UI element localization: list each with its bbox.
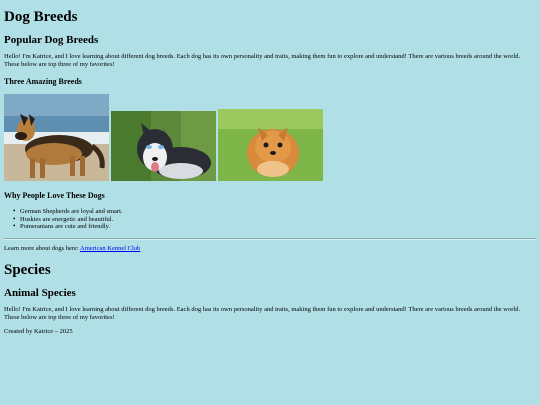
- love-heading: Why People Love These Dogs: [4, 191, 105, 200]
- divider: [4, 238, 536, 240]
- learn-more-text: Learn more about dogs here:: [4, 245, 80, 252]
- husky-photo: [111, 111, 216, 181]
- list-item: Huskies are energetic and beautiful.: [13, 216, 123, 224]
- species-paragraph: Hello! I'm Katrice, and I love learning …: [4, 306, 521, 321]
- love-list: German Shepherds are loyal and smart. Hu…: [13, 208, 123, 231]
- akc-link[interactable]: American Kennel Club: [80, 245, 140, 252]
- section-subtitle: Popular Dog Breeds: [4, 34, 99, 46]
- page-title: Dog Breeds: [4, 9, 78, 25]
- footer-credit: Created by Katrice – 2025: [4, 328, 73, 335]
- list-item: German Shepherds are loyal and smart.: [13, 208, 123, 216]
- pomeranian-photo: [218, 109, 323, 181]
- german-shepherd-photo: [4, 94, 109, 181]
- learn-more-line: Learn more about dogs here: American Ken…: [4, 245, 526, 253]
- list-item: Pomeranians are cute and friendly.: [13, 223, 123, 231]
- species-subtitle: Animal Species: [4, 287, 76, 299]
- intro-paragraph: Hello! I'm Katrice, and I love learning …: [4, 53, 521, 68]
- breeds-heading: Three Amazing Breeds: [4, 77, 82, 86]
- species-title: Species: [4, 262, 51, 278]
